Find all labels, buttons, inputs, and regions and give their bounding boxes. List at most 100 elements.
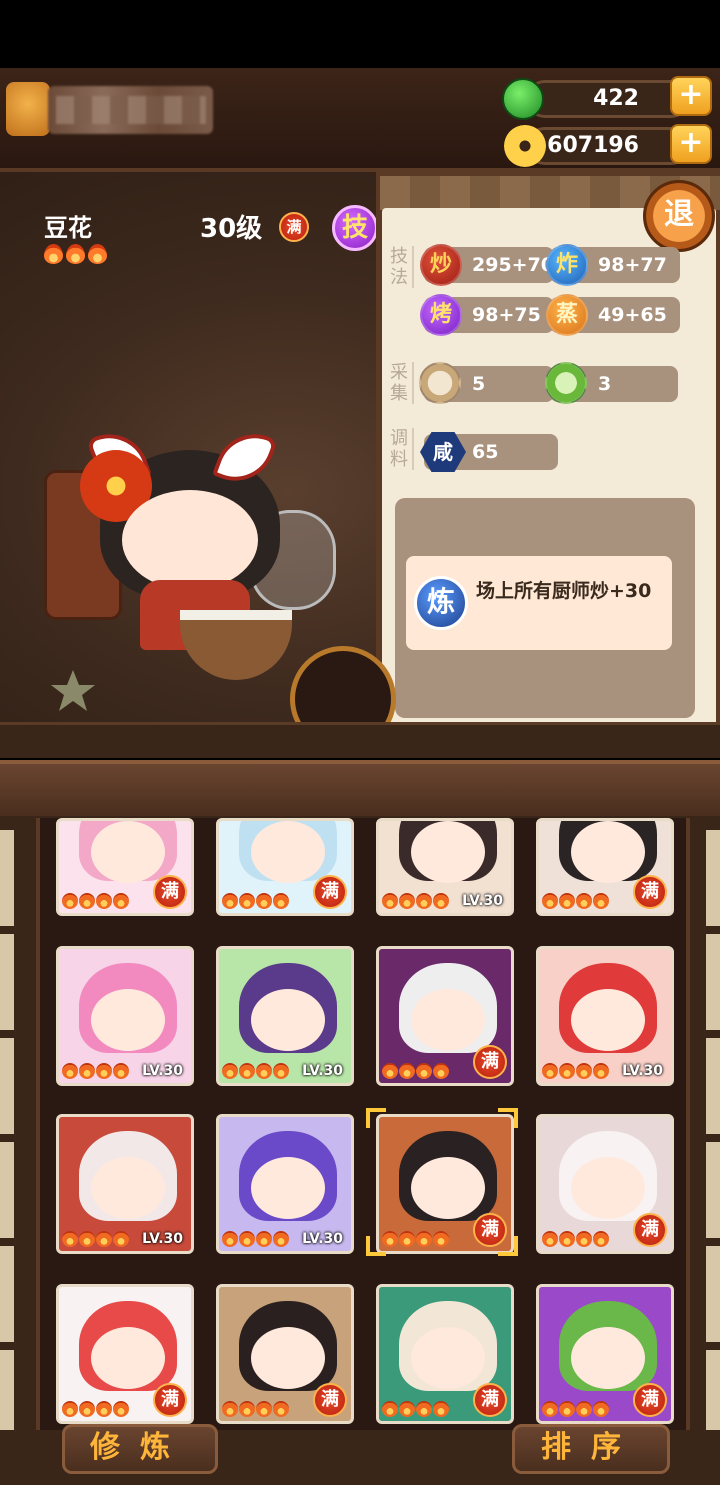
chef-card[interactable]: 满 xyxy=(216,1284,354,1424)
flame-icon xyxy=(433,1401,449,1417)
flame-icon xyxy=(559,1231,575,1247)
flame-icon xyxy=(433,1063,449,1079)
flame-icon xyxy=(256,1401,272,1417)
flame-icon xyxy=(399,893,415,909)
flame-icon xyxy=(416,1063,432,1079)
refine-button[interactable]: 修炼 xyxy=(62,1424,218,1474)
add-jade-button[interactable]: + xyxy=(670,76,712,116)
flame-icon xyxy=(542,1401,558,1417)
chef-card[interactable]: LV.30 xyxy=(216,1114,354,1254)
chef-card[interactable]: 满 xyxy=(56,818,194,916)
add-coins-button[interactable]: + xyxy=(670,124,712,164)
chef-card[interactable]: 满 xyxy=(536,1284,674,1424)
steam-value: 49+65 xyxy=(598,304,667,326)
card-flames xyxy=(542,1401,609,1417)
card-face xyxy=(251,989,325,1051)
max-badge: 满 xyxy=(279,212,309,242)
flame-icon xyxy=(96,1063,112,1079)
flame-icon xyxy=(256,893,272,909)
flame-icon xyxy=(542,893,558,909)
flame-icon xyxy=(542,1231,558,1247)
cabbage-icon xyxy=(545,362,587,404)
card-flames xyxy=(382,893,449,909)
chef-rarity-flames xyxy=(44,244,107,264)
card-level: LV.30 xyxy=(462,893,503,909)
player-avatar[interactable] xyxy=(6,82,50,136)
card-flames xyxy=(542,1063,609,1079)
card-face xyxy=(91,1327,165,1389)
card-max-badge: 满 xyxy=(313,1383,347,1417)
gather-label: 采集 xyxy=(388,362,414,404)
chef-card[interactable]: 满 xyxy=(376,946,514,1086)
chef-card[interactable]: LV.30 xyxy=(56,1114,194,1254)
right-rail xyxy=(706,830,720,1430)
card-face xyxy=(411,1327,485,1389)
flame-icon xyxy=(273,893,289,909)
skill-button[interactable]: 技 xyxy=(332,205,378,251)
flame-icon xyxy=(593,1231,609,1247)
chef-grid[interactable]: 满满 LV.30 满 LV.30 LV.30 满 LV.30 LV.30 LV.30 满满满满满满 xyxy=(36,818,690,1430)
coin-counter: 607196 xyxy=(526,127,690,165)
flame-icon xyxy=(576,1063,592,1079)
steam-icon: 蒸 xyxy=(546,294,588,336)
skill-description: 场上所有厨师炒+30 xyxy=(476,580,652,602)
favorite-star-icon[interactable] xyxy=(50,668,96,714)
card-face xyxy=(411,821,485,883)
chef-card[interactable]: 满 xyxy=(536,1114,674,1254)
card-max-badge: 满 xyxy=(153,1383,187,1417)
game-screen: 422 + 607196 + 豆花 30级 满 技 收藏 退 技法 采集 调料 xyxy=(0,0,720,1485)
shelf-divider xyxy=(0,722,720,758)
flame-icon xyxy=(593,1063,609,1079)
flame-icon xyxy=(113,1401,129,1417)
flame-icon xyxy=(96,1401,112,1417)
flame-icon xyxy=(559,1063,575,1079)
card-face xyxy=(251,1327,325,1389)
chef-card[interactable]: LV.30 xyxy=(376,818,514,916)
flame-icon xyxy=(113,1063,129,1079)
flame-icon xyxy=(79,1063,95,1079)
card-face xyxy=(91,821,165,883)
card-flames xyxy=(222,1401,289,1417)
flame-icon xyxy=(576,1401,592,1417)
flame-icon xyxy=(79,893,95,909)
tofu-bowl xyxy=(180,610,292,680)
flame-icon xyxy=(382,1401,398,1417)
flame-icon xyxy=(79,1401,95,1417)
flame-icon xyxy=(44,244,63,264)
flame-icon xyxy=(559,893,575,909)
bun-icon xyxy=(419,362,461,404)
salty-value: 65 xyxy=(472,441,499,463)
jade-value: 422 xyxy=(593,86,639,111)
flame-icon xyxy=(559,1401,575,1417)
player-name-blurred xyxy=(48,86,213,134)
card-face xyxy=(571,1327,645,1389)
card-max-badge: 满 xyxy=(633,1383,667,1417)
flame-icon xyxy=(416,1401,432,1417)
flame-icon xyxy=(62,893,78,909)
chef-card[interactable]: 满 xyxy=(376,1284,514,1424)
exit-button[interactable]: 退 xyxy=(643,180,715,252)
chef-card[interactable]: 满 xyxy=(536,818,674,916)
flame-icon xyxy=(542,1063,558,1079)
flame-icon xyxy=(239,893,255,909)
flame-icon xyxy=(256,1231,272,1247)
roast-value: 98+75 xyxy=(472,304,541,326)
flame-icon xyxy=(593,1401,609,1417)
sort-button[interactable]: 排序 xyxy=(512,1424,670,1474)
card-flames xyxy=(542,893,609,909)
deep-fry-icon: 炸 xyxy=(546,244,588,286)
flame-icon xyxy=(433,893,449,909)
flame-icon xyxy=(416,893,432,909)
flame-icon xyxy=(96,893,112,909)
chef-card[interactable]: 满 xyxy=(56,1284,194,1424)
chef-card[interactable]: LV.30 xyxy=(56,946,194,1086)
flame-icon xyxy=(239,1401,255,1417)
chef-card[interactable]: 满 xyxy=(216,818,354,916)
flame-icon xyxy=(273,1231,289,1247)
card-flames xyxy=(62,1231,129,1247)
chef-card[interactable]: LV.30 xyxy=(216,946,354,1086)
chef-card[interactable]: LV.30 xyxy=(536,946,674,1086)
flame-icon xyxy=(79,1231,95,1247)
card-max-badge: 满 xyxy=(473,1045,507,1079)
flame-icon xyxy=(66,244,85,264)
